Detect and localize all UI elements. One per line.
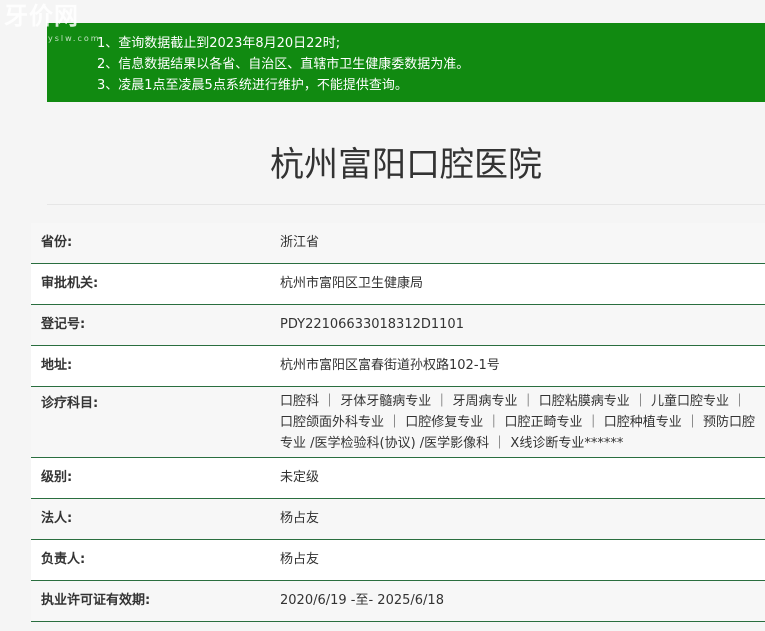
row-province: 省份: 浙江省 — [31, 223, 765, 264]
province-value: 浙江省 — [280, 235, 320, 250]
legal-person-label: 法人: — [41, 511, 73, 526]
row-level: 级别: 未定级 — [31, 458, 765, 499]
registration-number-value: PDY22106633018312D1101 — [280, 317, 464, 332]
person-in-charge-value: 杨占友 — [280, 552, 320, 567]
hospital-info-table: 省份: 浙江省 审批机关: 杭州市富阳区卫生健康局 登记号: PDY221066… — [31, 223, 765, 622]
row-approval-authority: 审批机关: 杭州市富阳区卫生健康局 — [31, 264, 765, 305]
notice-banner: 1、查询数据截止到2023年8月20日22时; 2、信息数据结果以各省、自治区、… — [47, 23, 765, 102]
license-validity-value: 2020/6/19 -至- 2025/6/18 — [280, 593, 444, 608]
province-label: 省份: — [41, 235, 73, 250]
address-label: 地址: — [41, 358, 73, 373]
legal-person-value: 杨占友 — [280, 511, 320, 526]
license-validity-label: 执业许可证有效期: — [41, 593, 151, 608]
watermark-url: yslw.com — [48, 34, 101, 43]
approval-authority-label: 审批机关: — [41, 276, 99, 291]
medical-subjects-value: 口腔科 ｜ 牙体牙髓病专业 ｜ 牙周病专业 ｜ 口腔粘膜病专业 ｜ 儿童口腔专业… — [280, 394, 756, 451]
level-label: 级别: — [41, 470, 73, 485]
notice-line-1: 1、查询数据截止到2023年8月20日22时; — [97, 36, 341, 51]
title-divider — [47, 204, 765, 205]
notice-line-2: 2、信息数据结果以各省、自治区、直辖市卫生健康委数据为准。 — [97, 57, 470, 72]
row-registration-number: 登记号: PDY22106633018312D1101 — [31, 305, 765, 346]
person-in-charge-label: 负责人: — [41, 552, 86, 567]
row-person-in-charge: 负责人: 杨占友 — [31, 540, 765, 581]
row-license-validity: 执业许可证有效期: 2020/6/19 -至- 2025/6/18 — [31, 581, 765, 622]
approval-authority-value: 杭州市富阳区卫生健康局 — [280, 276, 424, 291]
row-medical-subjects: 诊疗科目: 口腔科 ｜ 牙体牙髓病专业 ｜ 牙周病专业 ｜ 口腔粘膜病专业 ｜ … — [31, 387, 765, 458]
row-address: 地址: 杭州市富阳区富春街道孙权路102-1号 — [31, 346, 765, 387]
address-value: 杭州市富阳区富春街道孙权路102-1号 — [280, 358, 500, 373]
page-title: 杭州富阳口腔医院 — [270, 145, 542, 185]
registration-number-label: 登记号: — [41, 317, 86, 332]
row-legal-person: 法人: 杨占友 — [31, 499, 765, 540]
notice-line-3: 3、凌晨1点至凌晨5点系统进行维护，不能提供查询。 — [97, 78, 408, 93]
watermark-logo: 牙价网 — [4, 2, 79, 30]
medical-subjects-label: 诊疗科目: — [41, 396, 99, 411]
level-value: 未定级 — [280, 470, 320, 485]
